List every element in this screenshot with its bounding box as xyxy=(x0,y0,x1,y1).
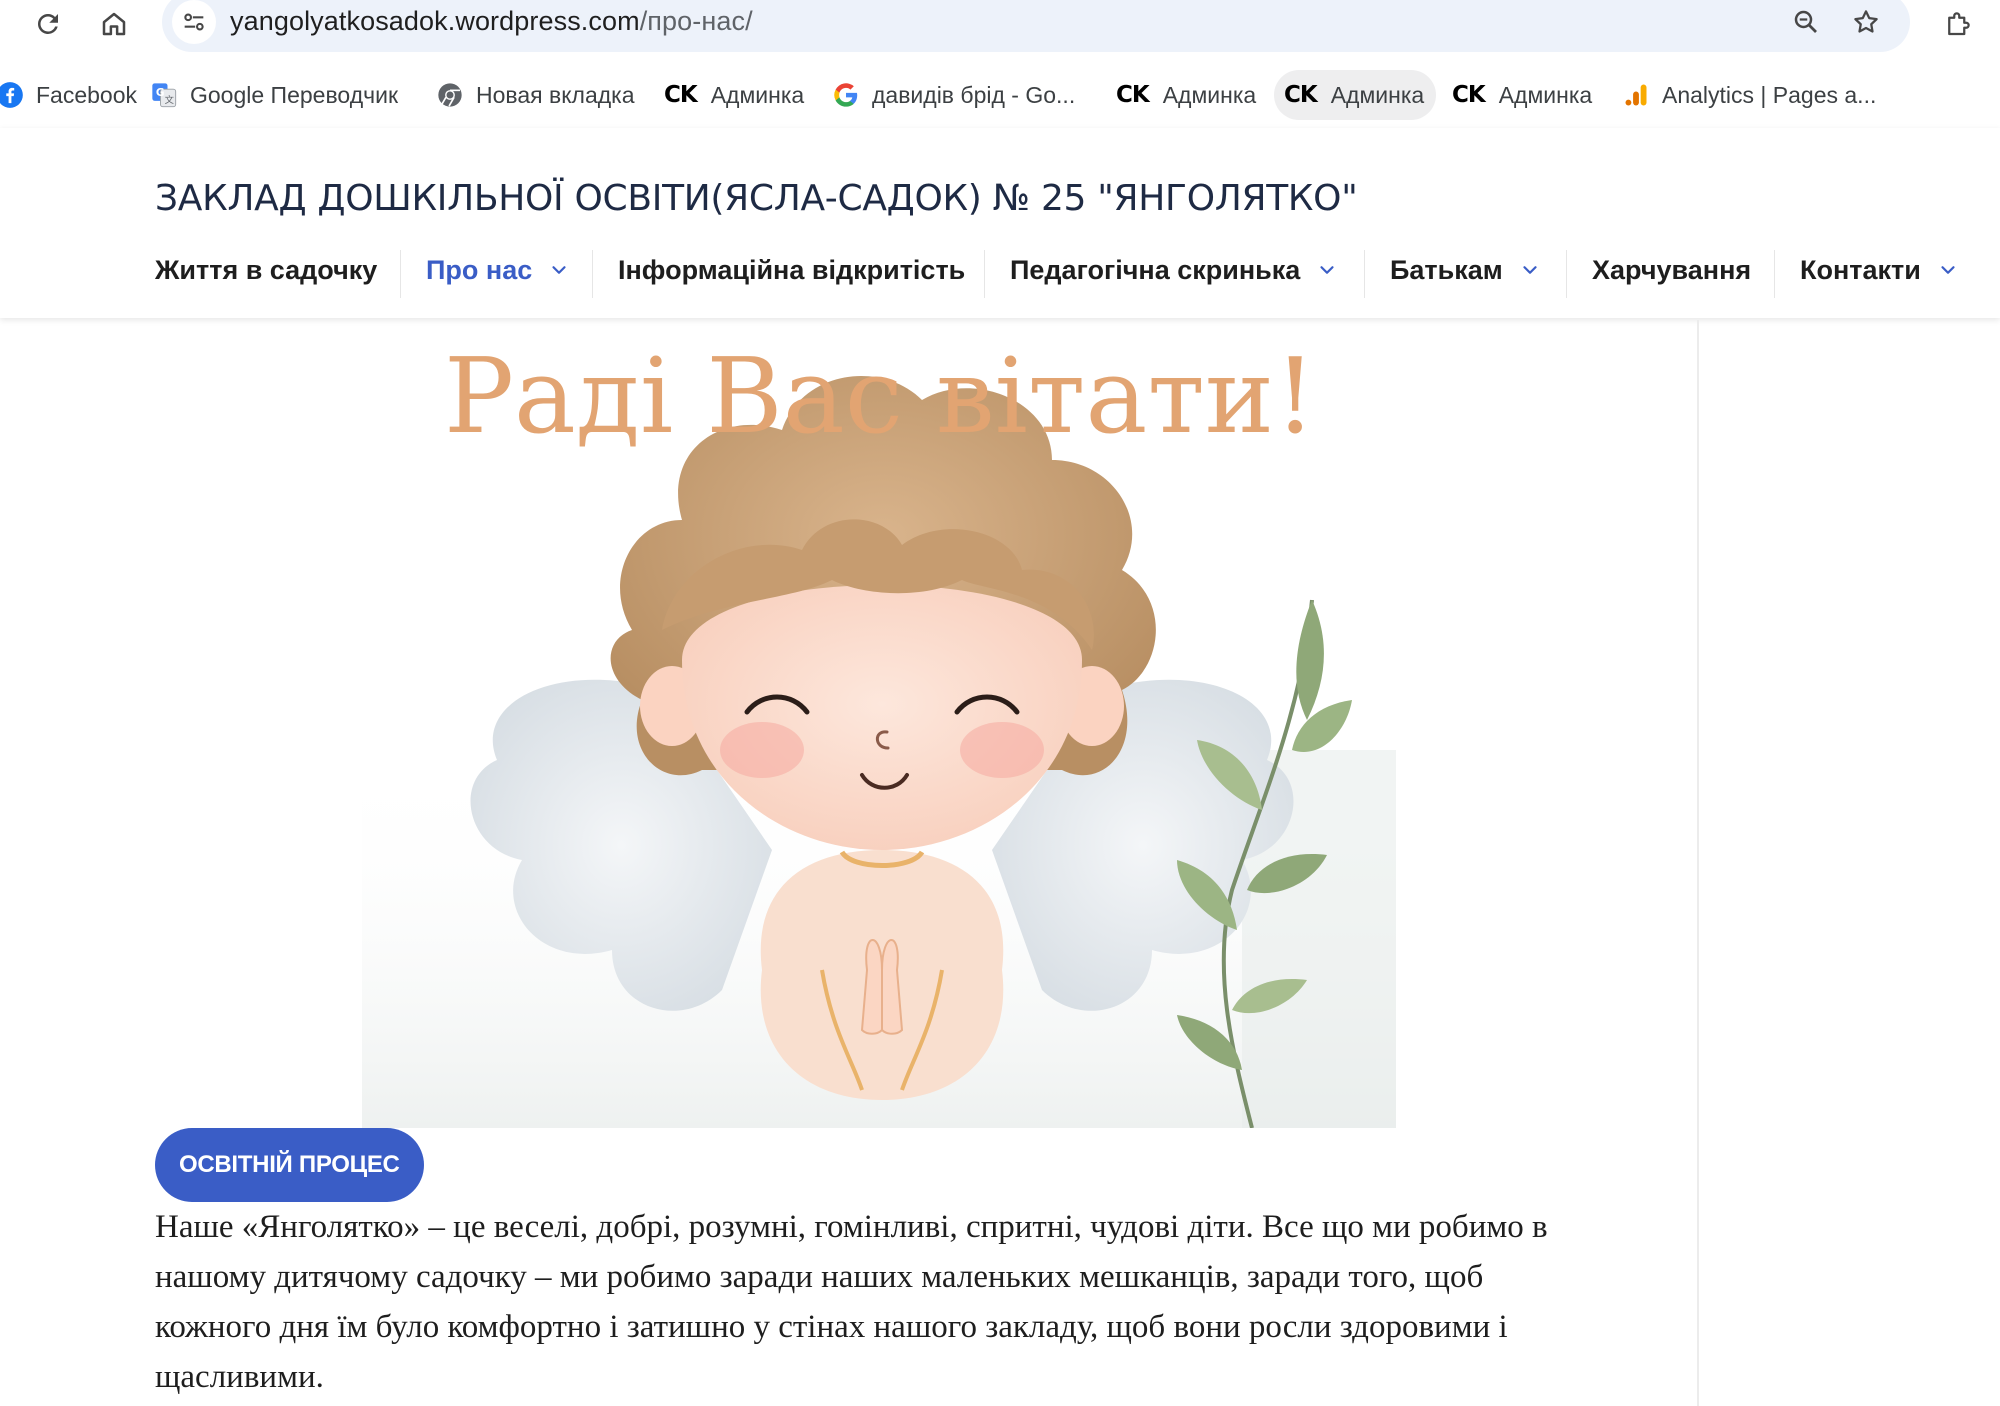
reload-icon xyxy=(38,13,58,34)
nav-divider xyxy=(1566,250,1567,298)
nav-label: Харчування xyxy=(1592,254,1752,285)
ck-logo: CK xyxy=(1452,82,1486,108)
nav-label: Життя в садочку xyxy=(155,254,378,285)
nav-label: Інформаційна відкритість xyxy=(618,254,966,285)
facebook-icon xyxy=(0,81,24,109)
bookmark-label: Админка xyxy=(1162,81,1257,108)
ck-logo: CK xyxy=(1116,82,1150,108)
bookmark-admin-1[interactable]: CK Админка xyxy=(654,70,816,120)
bookmark-label: Google Переводчик xyxy=(190,81,399,108)
bookmark-new-tab[interactable]: Новая вкладка xyxy=(426,70,647,120)
category-badge[interactable]: ОСВІТНІЙ ПРОЦЕС xyxy=(155,1128,424,1202)
tune-icon xyxy=(184,13,204,31)
chrome-icon xyxy=(436,81,464,109)
chevron-down-icon xyxy=(1316,259,1338,281)
nav-divider xyxy=(592,250,593,298)
nav-item-info[interactable]: Інформаційна відкритість xyxy=(618,240,965,300)
chevron-down-icon xyxy=(548,259,570,281)
bookmark-label: Facebook xyxy=(36,81,138,108)
bookmark-label: Админка xyxy=(1330,81,1425,108)
nav-item-nutrition[interactable]: Харчування xyxy=(1592,240,1751,300)
ck-logo: CK xyxy=(1284,82,1318,108)
bookmark-label: давидів брід - Go... xyxy=(872,81,1076,108)
address-bar[interactable]: yangolyatkosadok.wordpress.com/про-нас/ xyxy=(162,0,1910,52)
site-info-button[interactable] xyxy=(172,0,216,44)
chevron-down-icon xyxy=(1937,259,1959,281)
bookmark-label: Analytics | Pages a... xyxy=(1662,81,1877,108)
url-text[interactable]: yangolyatkosadok.wordpress.com/про-нас/ xyxy=(230,6,753,37)
home-button[interactable] xyxy=(92,2,136,46)
nav-item-parents[interactable]: Батькам xyxy=(1390,240,1541,300)
nav-label: Про нас xyxy=(426,254,533,285)
extensions-button[interactable] xyxy=(1936,2,1980,46)
analytics-icon xyxy=(1622,81,1650,109)
nav-item-pedagogical[interactable]: Педагогічна скринька xyxy=(1010,240,1338,300)
bookmark-label: Админка xyxy=(710,81,805,108)
intro-paragraph: Наше «Янголятко» – це веселі, добрі, роз… xyxy=(155,1209,1548,1395)
bookmarks-bar: Facebook G文 Google Переводчик Новая вкла… xyxy=(0,64,2000,128)
nav-divider xyxy=(984,250,985,298)
bookmark-admin-3[interactable]: CK Админка xyxy=(1274,70,1437,120)
bookmark-admin-4[interactable]: CK Админка xyxy=(1442,70,1604,120)
site-header: ЗАКЛАД ДОШКІЛЬНОЇ ОСВІТИ(ЯСЛА-САДОК) № 2… xyxy=(0,128,2000,318)
home-icon xyxy=(102,12,126,36)
nav-label: Педагогічна скринька xyxy=(1010,254,1301,285)
nav-label: Батькам xyxy=(1390,254,1503,285)
sidebar-divider xyxy=(1697,320,1699,1406)
nav-divider xyxy=(400,250,401,298)
zoom-button[interactable] xyxy=(1784,0,1828,44)
bookmark-admin-2[interactable]: CK Админка xyxy=(1106,70,1268,120)
svg-text:G: G xyxy=(156,87,165,99)
browser-toolbar: yangolyatkosadok.wordpress.com/про-нас/ xyxy=(0,0,2000,64)
reload-button[interactable] xyxy=(26,2,70,46)
url-path: /про-нас/ xyxy=(639,6,753,36)
bookmark-label: Админка xyxy=(1498,81,1593,108)
url-host: yangolyatkosadok.wordpress.com xyxy=(230,6,640,36)
welcome-title: Раді Вас вітати! xyxy=(443,335,1317,457)
nav-item-life[interactable]: Життя в садочку xyxy=(155,240,377,300)
bookmark-google-search[interactable]: давидів брід - Go... xyxy=(822,70,1087,120)
google-icon xyxy=(832,81,860,109)
ck-logo: CK xyxy=(664,82,698,108)
main-nav: Життя в садочку Про нас Інформаційна від… xyxy=(0,240,2000,300)
bookmark-star-button[interactable] xyxy=(1844,0,1888,44)
nav-item-contacts[interactable]: Контакти xyxy=(1800,240,1959,300)
site-title[interactable]: ЗАКЛАД ДОШКІЛЬНОЇ ОСВІТИ(ЯСЛА-САДОК) № 2… xyxy=(155,178,1358,219)
zoom-icon xyxy=(1794,10,1817,33)
nav-divider xyxy=(1364,250,1365,298)
bookmark-google-translate[interactable]: G文 Google Переводчик xyxy=(140,70,410,120)
puzzle-icon xyxy=(1948,12,1970,36)
nav-divider xyxy=(1774,250,1775,298)
nav-label: Контакти xyxy=(1800,254,1921,285)
bookmark-facebook[interactable]: Facebook xyxy=(0,70,149,120)
bookmark-analytics[interactable]: Analytics | Pages a... xyxy=(1612,70,1888,120)
bookmark-label: Новая вкладка xyxy=(476,81,635,108)
svg-text:文: 文 xyxy=(165,94,174,106)
nav-item-about[interactable]: Про нас xyxy=(426,240,570,300)
google-translate-icon: G文 xyxy=(150,81,178,109)
chevron-down-icon xyxy=(1519,259,1541,281)
star-icon xyxy=(1854,10,1878,33)
